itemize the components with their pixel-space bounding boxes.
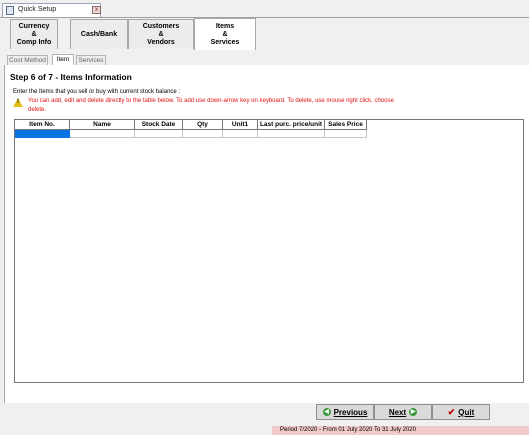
cell-sales-price[interactable]	[325, 130, 367, 138]
cell-name[interactable]	[70, 130, 135, 138]
previous-button[interactable]: ◀ Previous	[316, 404, 374, 420]
table-row[interactable]	[15, 130, 367, 138]
window-tab[interactable]: Quick Setup x	[2, 3, 101, 17]
sub-tabs: Cost Method Item Services	[4, 52, 529, 66]
grid-header: Item No. Name Stock Date Qty Unit1 Last …	[15, 120, 367, 130]
items-grid[interactable]: Item No. Name Stock Date Qty Unit1 Last …	[14, 119, 524, 383]
instruction-text: Enter the Items that you sell or buy wit…	[13, 89, 181, 95]
col-header-unit1[interactable]: Unit1	[223, 120, 258, 130]
cell-last-purchase-price[interactable]	[258, 130, 325, 138]
col-header-qty[interactable]: Qty	[183, 120, 223, 130]
window-titlebar: Quick Setup x	[0, 0, 529, 18]
cell-item-no[interactable]	[15, 130, 70, 138]
close-button[interactable]: x	[92, 6, 101, 14]
col-header-name[interactable]: Name	[70, 120, 135, 130]
checkmark-icon: ✔	[447, 406, 456, 417]
tab-cash-bank[interactable]: Cash/Bank	[70, 19, 128, 49]
cell-unit1[interactable]	[223, 130, 258, 138]
subtab-cost-method[interactable]: Cost Method	[7, 55, 48, 65]
quit-button[interactable]: ✔ Quit	[432, 404, 490, 420]
col-header-stock-date[interactable]: Stock Date	[135, 120, 183, 130]
col-header-sales-price[interactable]: Sales Price	[325, 120, 367, 130]
app-icon	[6, 6, 14, 15]
window-title: Quick Setup	[18, 6, 57, 13]
step-title: Step 6 of 7 - Items Information	[10, 72, 132, 82]
warning-text: You can add, edit and delete directly to…	[28, 98, 394, 113]
tab-currency-comp-info[interactable]: Currency & Comp Info	[10, 19, 58, 49]
step-panel: Step 6 of 7 - Items Information Enter th…	[4, 65, 529, 403]
tab-customers-vendors[interactable]: Customers & Vendors	[128, 19, 194, 49]
col-header-last-purchase-price[interactable]: Last purc. price/unit	[258, 120, 325, 130]
tab-items-services[interactable]: Items & Services	[194, 18, 256, 50]
subtab-services[interactable]: Services	[76, 55, 106, 65]
arrow-right-icon: ▶	[409, 408, 418, 416]
col-header-item-no[interactable]: Item No.	[15, 120, 70, 130]
cell-qty[interactable]	[183, 130, 223, 138]
cell-stock-date[interactable]	[135, 130, 183, 138]
status-bar: Period 7/2020 - From 01 July 2020 To 31 …	[0, 426, 529, 435]
period-status: Period 7/2020 - From 01 July 2020 To 31 …	[272, 426, 529, 435]
next-button[interactable]: Next ▶	[374, 404, 432, 420]
arrow-left-icon: ◀	[322, 408, 331, 416]
navigation-buttons: ◀ Previous Next ▶ ✔ Quit	[316, 404, 490, 420]
warning-icon: !	[13, 98, 23, 107]
